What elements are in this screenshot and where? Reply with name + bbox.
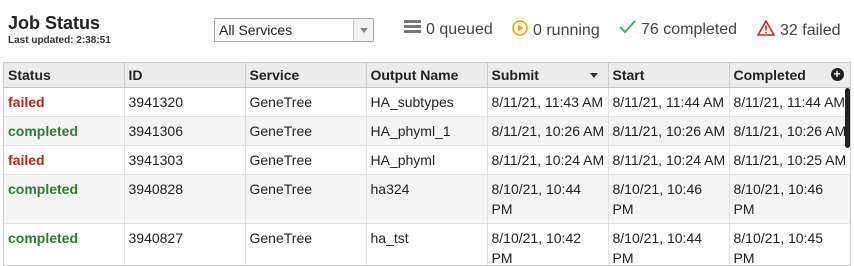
checkmark-icon xyxy=(619,20,636,39)
table-row[interactable]: failed 3941303 GeneTree HA_phyml 8/11/21… xyxy=(4,145,850,175)
completed-cell: 8/10/21, 10:45 PM xyxy=(729,223,850,265)
submit-cell: 8/11/21, 10:24 AM xyxy=(487,145,609,175)
job-grid: Status ID Service Output Name Submit Sta… xyxy=(4,63,850,265)
column-header-start[interactable]: Start xyxy=(608,63,730,88)
column-header-submit-label: Submit xyxy=(491,67,539,83)
list-icon xyxy=(404,20,421,39)
failed-count: 32 failed xyxy=(780,21,841,39)
output-name-cell: ha324 xyxy=(366,174,488,224)
queued-stat[interactable]: 0 queued xyxy=(404,20,493,39)
page-title: Job Status xyxy=(8,13,101,33)
table-row[interactable]: failed 3941320 GeneTree HA_subtypes 8/11… xyxy=(4,87,850,117)
start-cell: 8/10/21, 10:46 PM xyxy=(608,174,730,224)
start-cell: 8/11/21, 11:44 AM xyxy=(608,87,730,117)
start-cell: 8/11/21, 10:24 AM xyxy=(608,145,730,175)
service-filter-value: All Services xyxy=(219,22,293,38)
column-header-id[interactable]: ID xyxy=(124,63,246,88)
chevron-down-icon[interactable] xyxy=(353,19,373,41)
output-name-cell: ha_tst xyxy=(366,223,488,265)
id-cell: 3941320 xyxy=(124,87,246,117)
service-cell: GeneTree xyxy=(245,116,367,146)
queued-count: 0 queued xyxy=(426,20,493,38)
failed-stat[interactable]: 32 failed xyxy=(756,19,841,41)
plus-circle-icon[interactable]: + xyxy=(830,68,844,81)
submit-cell: 8/10/21, 10:42 PM xyxy=(487,223,609,265)
play-circle-icon xyxy=(512,20,528,41)
table-row[interactable]: completed 3941306 GeneTree HA_phyml_1 8/… xyxy=(4,116,850,146)
column-header-submit[interactable]: Submit xyxy=(487,63,609,88)
status-cell: completed xyxy=(4,174,125,224)
table-row[interactable]: completed 3940827 GeneTree ha_tst 8/10/2… xyxy=(4,223,850,265)
start-cell: 8/11/21, 10:26 AM xyxy=(608,116,730,146)
column-header-service[interactable]: Service xyxy=(245,63,367,88)
column-header-output-name[interactable]: Output Name xyxy=(366,63,488,88)
service-cell: GeneTree xyxy=(245,87,367,117)
table-row[interactable]: completed 3940828 GeneTree ha324 8/10/21… xyxy=(4,174,850,224)
output-name-cell: HA_phyml_1 xyxy=(366,116,488,146)
completed-stat[interactable]: 76 completed xyxy=(619,20,737,39)
column-header-status[interactable]: Status xyxy=(4,63,125,88)
status-cell: completed xyxy=(4,223,125,265)
status-cell: completed xyxy=(4,116,125,146)
service-cell: GeneTree xyxy=(245,145,367,175)
submit-cell: 8/11/21, 10:26 AM xyxy=(487,116,609,146)
last-updated-text: Last updated: 2:38:51 xyxy=(8,35,111,46)
job-status-header: Job Status Last updated: 2:38:51 All Ser… xyxy=(0,0,854,62)
id-cell: 3940828 xyxy=(124,174,246,224)
completed-cell: 8/11/21, 10:25 AM xyxy=(729,145,850,175)
id-cell: 3941303 xyxy=(124,145,246,175)
service-cell: GeneTree xyxy=(245,223,367,265)
status-cell: failed xyxy=(4,87,125,117)
service-cell: GeneTree xyxy=(245,174,367,224)
start-cell: 8/10/21, 10:44 PM xyxy=(608,223,730,265)
job-table: Status ID Service Output Name Submit Sta… xyxy=(3,62,851,266)
submit-cell: 8/11/21, 11:43 AM xyxy=(487,87,609,117)
output-name-cell: HA_subtypes xyxy=(366,87,488,117)
id-cell: 3940827 xyxy=(124,223,246,265)
column-header-completed-label: Completed xyxy=(733,67,806,83)
running-stat[interactable]: 0 running xyxy=(512,20,600,41)
sort-descending-icon[interactable] xyxy=(589,73,598,78)
output-name-cell: HA_phyml xyxy=(366,145,488,175)
id-cell: 3941306 xyxy=(124,116,246,146)
warning-triangle-icon xyxy=(756,19,776,41)
vertical-scrollbar[interactable] xyxy=(845,88,850,148)
status-cell: failed xyxy=(4,145,125,175)
completed-cell: 8/10/21, 10:46 PM xyxy=(729,174,850,224)
completed-cell: 8/11/21, 10:26 AM xyxy=(729,116,850,146)
submit-cell: 8/10/21, 10:44 PM xyxy=(487,174,609,224)
running-count: 0 running xyxy=(533,21,600,39)
completed-count: 76 completed xyxy=(641,20,738,38)
completed-cell: 8/11/21, 11:44 AM xyxy=(729,87,850,117)
service-filter-select[interactable]: All Services xyxy=(214,18,374,42)
column-header-completed[interactable]: Completed + xyxy=(729,63,850,88)
